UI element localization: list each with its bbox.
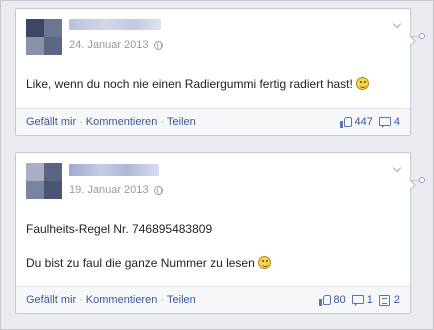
post-pointer [409, 35, 416, 47]
share-link[interactable]: Teilen [167, 294, 196, 306]
post-text-content: Like, wenn du noch nie einen Radiergummi… [26, 77, 353, 91]
globe-icon [153, 185, 163, 195]
thumbs-up-icon [339, 116, 353, 128]
timeline-post: 24. Januar 2013 Like, wenn du noch nie e… [15, 8, 416, 136]
likes-count[interactable]: 447 [339, 116, 373, 128]
comment-bubble-icon [378, 116, 392, 128]
likes-count-value: 447 [354, 116, 373, 128]
chevron-down-icon[interactable] [392, 163, 402, 173]
globe-icon [153, 40, 163, 50]
post-stats: 80 1 2 [318, 294, 400, 306]
comment-link[interactable]: Kommentieren [86, 116, 158, 128]
post-stats: 447 4 [339, 116, 400, 128]
post-footer: Gefällt mir · Kommentieren · Teilen 447 … [16, 108, 410, 135]
post-meta: 24. Januar 2013 [69, 39, 163, 51]
post-date[interactable]: 19. Januar 2013 [69, 184, 149, 196]
post-date[interactable]: 24. Januar 2013 [69, 39, 149, 51]
separator: · [79, 294, 83, 306]
avatar[interactable] [26, 163, 62, 199]
author-name-redacted[interactable] [69, 164, 159, 176]
like-link[interactable]: Gefällt mir [26, 294, 76, 306]
share-icon [378, 294, 392, 306]
chevron-down-icon[interactable] [392, 19, 402, 29]
post-text-content: Du bist zu faul die ganze Nummer zu lese… [26, 256, 255, 270]
timeline-dot [419, 177, 425, 183]
shares-count-value: 2 [393, 294, 400, 306]
comment-link[interactable]: Kommentieren [86, 294, 158, 306]
thumbs-up-icon [318, 294, 332, 306]
post-text: Like, wenn du noch nie einen Radiergummi… [26, 76, 369, 92]
post-meta: 19. Januar 2013 [69, 184, 163, 196]
comments-count[interactable]: 1 [351, 294, 373, 306]
post-pointer [409, 179, 416, 191]
shares-count[interactable]: 2 [378, 294, 400, 306]
comments-count-value: 1 [366, 294, 373, 306]
smiley-icon [257, 256, 271, 269]
likes-count[interactable]: 80 [318, 294, 346, 306]
smiley-icon [355, 77, 369, 90]
separator: · [79, 116, 83, 128]
separator: · [160, 116, 165, 128]
post-text-line2: Du bist zu faul die ganze Nummer zu lese… [26, 255, 271, 271]
post-footer: Gefällt mir · Kommentieren · Teilen 80 1… [16, 286, 410, 313]
avatar[interactable] [26, 19, 62, 55]
likes-count-value: 80 [333, 294, 346, 306]
timeline-dot [419, 33, 425, 39]
separator: · [160, 294, 165, 306]
comments-count-value: 4 [393, 116, 400, 128]
timeline-post: 19. Januar 2013 Faulheits-Regel Nr. 7468… [15, 152, 416, 314]
post-text-line1: Faulheits-Regel Nr. 746895483809 [26, 222, 213, 236]
comment-bubble-icon [351, 294, 365, 306]
post-actions: Gefällt mir · Kommentieren · Teilen [26, 294, 196, 306]
author-name-redacted[interactable] [69, 19, 161, 30]
comments-count[interactable]: 4 [378, 116, 400, 128]
like-link[interactable]: Gefällt mir [26, 116, 76, 128]
post-actions: Gefällt mir · Kommentieren · Teilen [26, 116, 196, 128]
share-link[interactable]: Teilen [167, 116, 196, 128]
